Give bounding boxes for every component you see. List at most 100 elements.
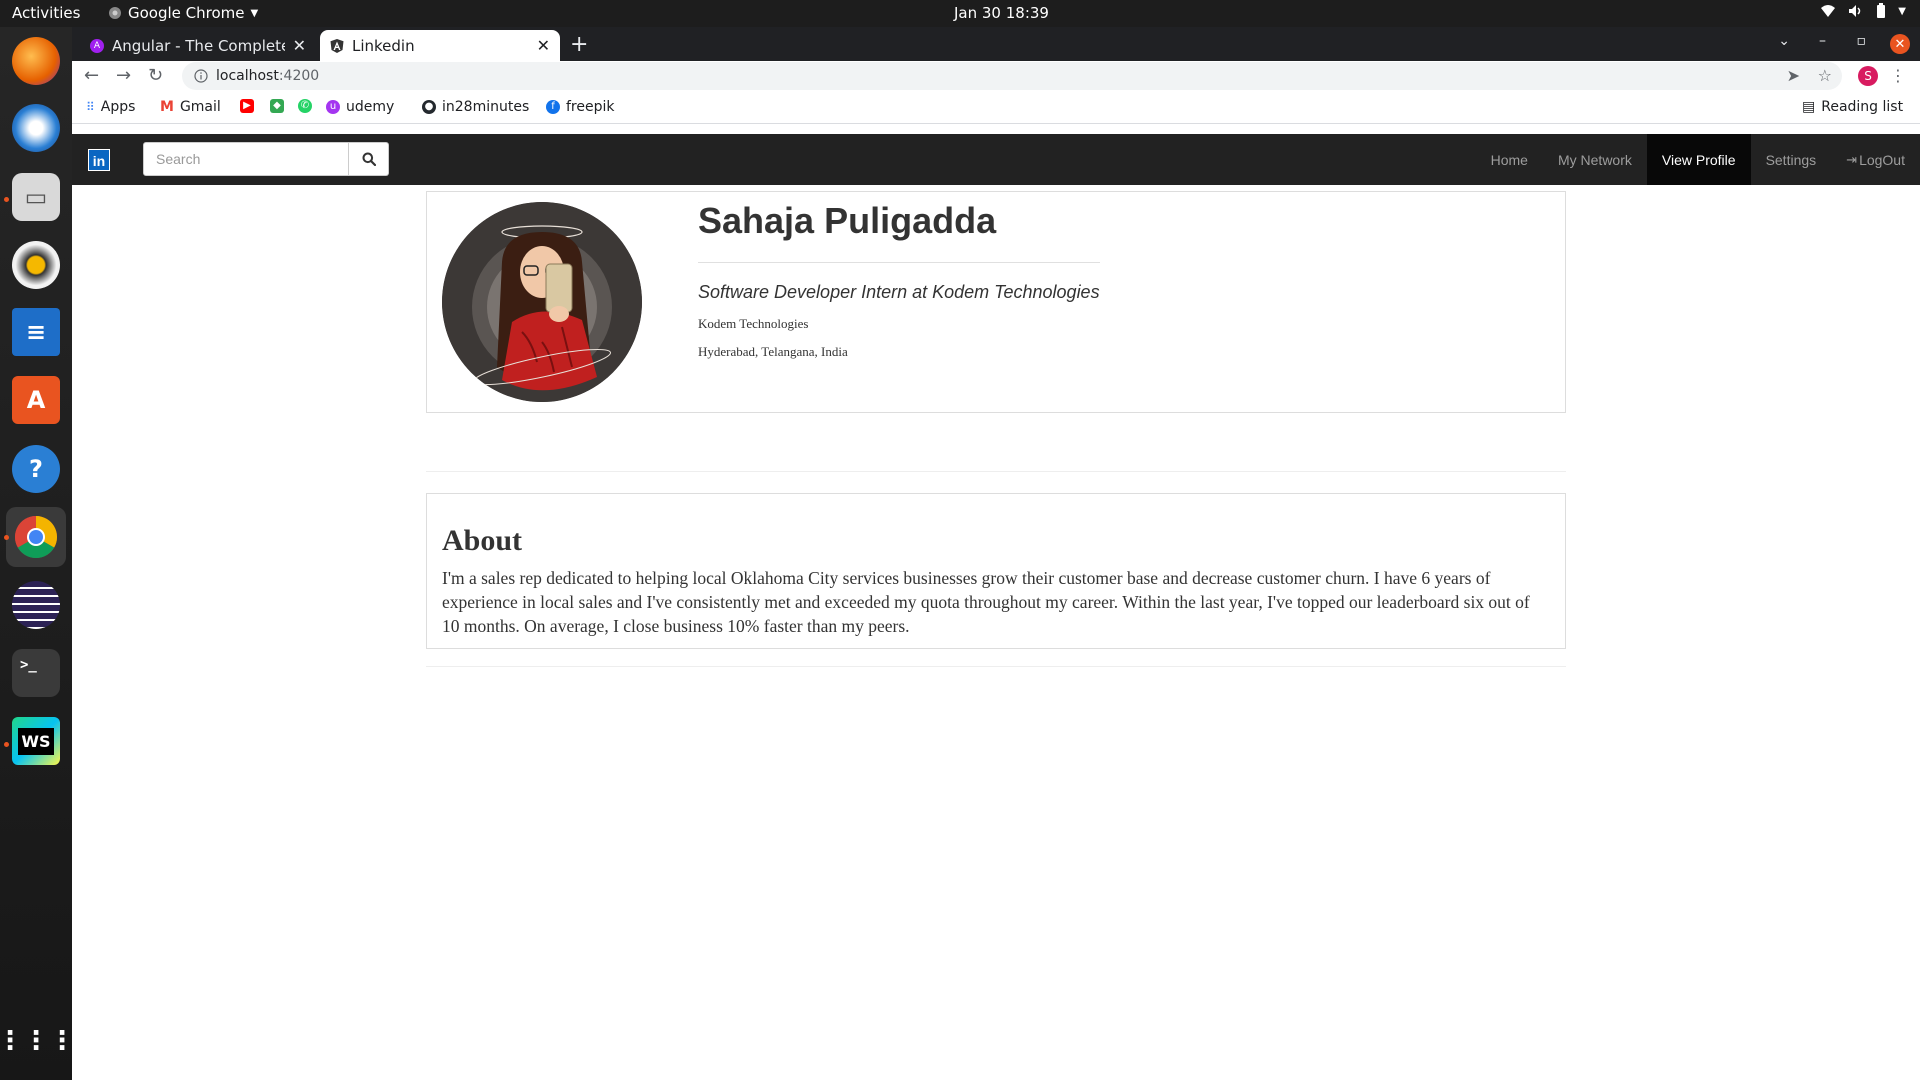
writer-icon[interactable]: ≡ — [12, 308, 60, 356]
activities-button[interactable]: Activities — [12, 4, 80, 22]
tab-title: Angular - The Complete G — [112, 36, 285, 55]
terminal-icon[interactable]: >_ — [12, 649, 60, 697]
nav-view-profile[interactable]: View Profile — [1646, 134, 1751, 185]
star-icon[interactable]: ☆ — [1818, 66, 1832, 85]
gmail-icon: M — [160, 99, 174, 115]
profile-avatar[interactable]: S — [1858, 66, 1878, 86]
dock: ▭ ≡ A ? >_ WS ⋮⋮⋮ — [0, 27, 75, 1080]
software-center-icon[interactable]: A — [12, 376, 60, 424]
chrome-dock-icon[interactable] — [6, 507, 66, 567]
bookmark-youtube[interactable]: ▶ — [240, 99, 254, 113]
web-page: in Home My Network View Profile Settings… — [72, 124, 1920, 1080]
bookmark-in28minutes[interactable]: ● in28minutes — [422, 99, 529, 115]
browser-window: A Angular - The Complete G ✕ Linkedin ✕ … — [72, 27, 1920, 1080]
tab-angular[interactable]: A Angular - The Complete G ✕ — [80, 30, 316, 61]
tab-title: Linkedin — [352, 36, 415, 55]
wifi-icon — [1821, 5, 1836, 17]
bookmark-freepik[interactable]: f freepik — [546, 99, 615, 115]
section-divider — [426, 666, 1566, 667]
profile-company: Kodem Technologies — [698, 316, 809, 331]
webstorm-icon[interactable]: WS — [12, 717, 60, 765]
rhythmbox-icon[interactable] — [12, 241, 60, 289]
chevron-down-icon: ▼ — [250, 7, 259, 19]
chevron-down-icon: ▼ — [1898, 5, 1906, 17]
battery-icon — [1877, 3, 1886, 18]
send-icon[interactable]: ➤ — [1787, 66, 1800, 85]
about-heading: About — [442, 524, 523, 557]
nav-my-network[interactable]: My Network — [1543, 134, 1647, 185]
divider — [698, 262, 1100, 263]
about-card: About I'm a sales rep dedicated to helpi… — [426, 493, 1566, 649]
volume-icon — [1849, 5, 1861, 17]
back-icon[interactable]: ← — [84, 65, 99, 86]
profile-photo-illustration — [442, 202, 642, 402]
system-top-bar: Activities Google Chrome ▼ Jan 30 18:39 … — [0, 0, 1920, 27]
section-divider — [426, 471, 1566, 472]
linkedin-logo[interactable]: in — [88, 149, 110, 171]
nav-logout[interactable]: ⇥ LogOut — [1831, 134, 1920, 185]
help-icon[interactable]: ? — [12, 445, 60, 493]
search-form — [143, 142, 389, 176]
tab-strip: A Angular - The Complete G ✕ Linkedin ✕ … — [72, 27, 1920, 61]
about-text: I'm a sales rep dedicated to helping loc… — [442, 568, 1530, 636]
minimize-icon[interactable]: – — [1819, 33, 1826, 49]
eclipse-icon[interactable] — [12, 581, 60, 629]
profile-card: Sahaja Puligadda Software Developer Inte… — [426, 191, 1566, 413]
profile-headline: Software Developer Intern at Kodem Techn… — [698, 282, 1100, 302]
github-icon: ● — [422, 100, 436, 114]
app-name: Google Chrome — [128, 4, 245, 22]
close-icon[interactable]: ✕ — [537, 36, 550, 55]
search-icon — [362, 152, 376, 166]
profile-avatar-image[interactable] — [442, 202, 642, 402]
running-indicator — [4, 742, 9, 747]
bookmark-maps[interactable]: ◆ — [270, 99, 284, 113]
new-tab-button[interactable]: + — [570, 32, 588, 57]
show-apps-icon[interactable]: ⋮⋮⋮ — [0, 1017, 75, 1065]
bookmarks-bar: ⠿ Apps M Gmail ▶ ◆ ✆ u udemy ● in28minut… — [72, 92, 1920, 124]
youtube-icon: ▶ — [240, 99, 254, 113]
running-indicator — [4, 535, 9, 540]
nav-settings[interactable]: Settings — [1751, 134, 1832, 185]
address-bar[interactable]: localhost:4200 — [182, 62, 1842, 90]
whatsapp-icon: ✆ — [298, 99, 312, 113]
url-host: localhost — [216, 68, 279, 84]
tab-search-icon[interactable]: ⌄ — [1778, 33, 1790, 49]
bookmark-apps[interactable]: ⠿ Apps — [86, 99, 135, 115]
chrome-icon — [109, 7, 121, 19]
apps-grid-icon: ⠿ — [86, 100, 95, 114]
reading-list-button[interactable]: ▤ Reading list — [1802, 99, 1903, 115]
bookmark-whatsapp[interactable]: ✆ — [298, 99, 312, 113]
firefox-icon[interactable] — [12, 37, 60, 85]
profile-name: Sahaja Puligadda — [698, 200, 997, 241]
site-navbar: in Home My Network View Profile Settings… — [72, 134, 1920, 185]
search-input[interactable] — [143, 142, 349, 176]
search-button[interactable] — [349, 142, 389, 176]
running-indicator — [4, 197, 9, 202]
udemy-icon: u — [326, 100, 340, 114]
clock[interactable]: Jan 30 18:39 — [954, 4, 1049, 22]
bookmark-gmail[interactable]: M Gmail — [160, 99, 221, 115]
files-icon[interactable]: ▭ — [12, 173, 60, 221]
reload-icon[interactable]: ↻ — [148, 65, 163, 86]
browser-toolbar: ← → ↻ localhost:4200 ➤ ☆ S ⋮ — [72, 61, 1920, 92]
maps-icon: ◆ — [270, 99, 284, 113]
info-icon — [194, 69, 208, 83]
profile-location: Hyderabad, Telangana, India — [698, 344, 848, 359]
angular-logo-icon — [330, 38, 344, 53]
tab-linkedin[interactable]: Linkedin ✕ — [320, 30, 560, 61]
forward-icon[interactable]: → — [116, 65, 131, 86]
kebab-menu-icon[interactable]: ⋮ — [1890, 66, 1906, 85]
bookmark-udemy[interactable]: u udemy — [326, 99, 394, 115]
window-close-icon[interactable]: ✕ — [1890, 34, 1910, 54]
app-menu[interactable]: Google Chrome ▼ — [108, 4, 258, 22]
url-port: :4200 — [278, 68, 320, 84]
reading-list-icon: ▤ — [1802, 99, 1816, 115]
close-icon[interactable]: ✕ — [293, 36, 306, 55]
thunderbird-icon[interactable] — [12, 104, 60, 152]
logout-icon: ⇥ — [1846, 151, 1858, 167]
angular-icon: A — [90, 38, 104, 53]
restore-icon[interactable]: ▫ — [1857, 33, 1867, 49]
system-tray[interactable]: ▼ — [1820, 3, 1906, 19]
nav-home[interactable]: Home — [1476, 134, 1543, 185]
nav-links: Home My Network View Profile Settings ⇥ … — [1476, 134, 1920, 185]
